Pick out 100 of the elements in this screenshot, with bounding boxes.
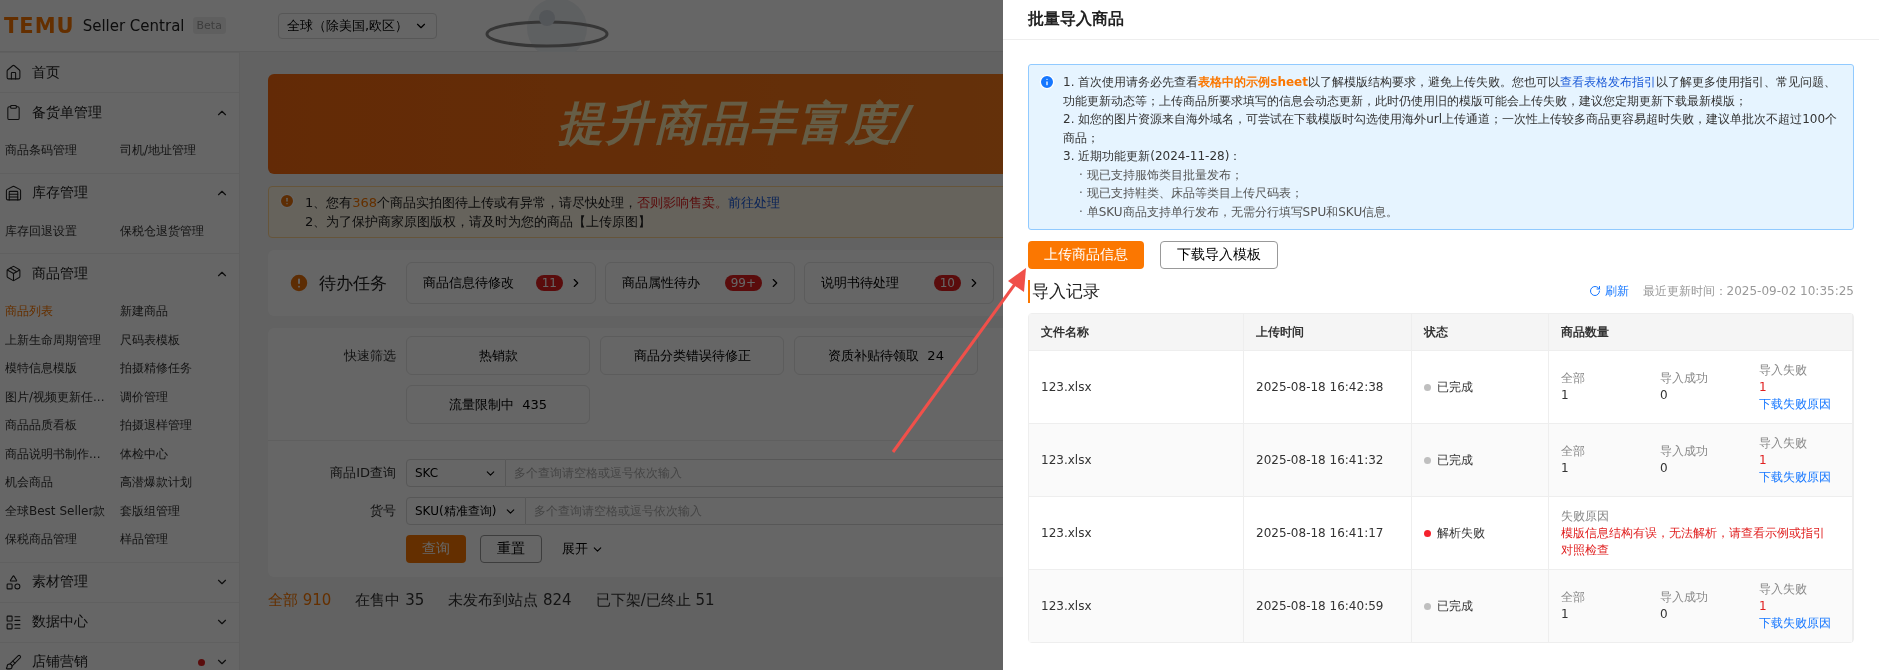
error-text: 模版信息结构有误，无法解析，请查看示例或指引对照检查 [1561,524,1826,559]
count-value: 0 [1660,606,1669,623]
download-link[interactable]: 下载失败原因 [1759,395,1852,413]
count-value: 1 [1759,378,1768,396]
home-icon [5,64,22,81]
clipboard-icon [5,104,22,121]
count-label: 导入失败 [1759,434,1808,452]
sidebar-subitem[interactable]: 保税仓退货管理 [120,216,235,245]
info-text: · 现已支持服饰类目批量发布； [1079,166,1244,184]
update-time: 最近更新时间：2025-09-02 10:35:25 [1642,282,1854,300]
drawer-title: 批量导入商品 [1028,9,1124,30]
warehouse-icon [5,184,22,202]
region-select[interactable]: 全球（除美国,欧区） [278,12,438,39]
todo-card[interactable]: 商品信息待修改 11 [406,262,596,304]
notice-text: 2、为了保护商家原图版权，请及时为您的商品【上传原图】 [305,213,653,231]
todo-title: 待办任务 [319,271,387,295]
quick-filter[interactable]: 资质补贴待领取 24 [794,336,978,375]
table-cell: 2025-08-18 16:41:32 [1256,453,1384,467]
filter-label: 快速筛选 [343,346,396,365]
sidebar-subitem[interactable]: 新建商品 [120,297,235,326]
download-link[interactable]: 下载失败原因 [1759,468,1852,486]
search-button[interactable]: 查询 [406,535,466,563]
status-tab[interactable]: 未发布到站点 824 [448,591,572,610]
sidebar-item[interactable]: 商品管理 [0,253,239,293]
sidebar-item[interactable]: 库存管理 [0,172,239,213]
upload-button[interactable]: 上传商品信息 [1028,241,1144,269]
info-text: 2. 如您的图片资源来自海外域名，可尝试在下载模版时勾选使用海外url上传通道；一次性上传较多商品更容易超时失败，建议单批次不超过100个商品； [1063,111,1839,147]
brand-logo: TEMU [4,13,75,38]
sidebar-subitem[interactable]: 商品列表 [5,297,120,326]
quick-filter[interactable]: 流量限制中 435 [406,385,590,424]
type-select[interactable]: SKC [406,459,506,487]
notice-link[interactable]: 否则影响售卖。 [637,195,729,210]
sidebar-subitem[interactable]: 商品条码管理 [5,136,120,165]
sidebar-subitem[interactable]: 体检中心 [120,439,235,468]
table-cell: 123.xlsx [1041,380,1092,394]
sidebar-subitem[interactable]: 保税商品管理 [5,525,120,554]
expand-button[interactable]: 展开 [556,539,610,559]
sidebar-subitem[interactable]: 套版组管理 [120,496,235,525]
notice-link[interactable]: 368 [352,195,378,210]
quick-filter[interactable]: 商品分类错误待修正 [600,336,784,375]
count-label: 导入失败 [1759,580,1808,598]
sidebar-subitem[interactable]: 司机/地址管理 [120,136,235,165]
alert-icon [288,272,310,294]
sidebar-subitem[interactable]: 机会商品 [5,468,120,497]
count-value: 1 [1561,460,1570,477]
box-icon [5,265,22,282]
sidebar-subitem[interactable]: 样品管理 [120,525,235,554]
status-tab[interactable]: 全部 910 [268,591,332,610]
sidebar-item[interactable]: 首页 [0,52,239,92]
sidebar-subitem[interactable]: 库存回退设置 [5,216,120,245]
info-link[interactable]: 表格中的示例sheet [1198,75,1308,89]
sidebar-subitem[interactable]: 图片/视频更新任... [5,382,120,411]
status-tab[interactable]: 已下架/已终止 51 [595,591,715,610]
field-label: 商品ID查询 [329,464,396,482]
column-header: 状态 [1412,314,1549,350]
count-label: 全部 [1561,589,1586,606]
status-text: 已完成 [1437,378,1473,396]
notice-link[interactable]: 前往处理 [728,195,781,210]
count-label: 全部 [1561,370,1586,387]
sidebar-subitem[interactable]: 模特信息模版 [5,354,120,383]
table-cell: 123.xlsx [1041,526,1092,540]
todo-card[interactable]: 商品属性待办 99+ [605,262,795,304]
list-icon [5,613,22,631]
sidebar-item[interactable]: 备货单管理 [0,92,239,132]
info-link[interactable]: 查看表格发布指引 [1559,75,1656,89]
sidebar-subitem[interactable]: 尺码表模板 [120,325,235,354]
sidebar-subitem[interactable]: 拍摄退样管理 [120,411,235,440]
status-text: 已完成 [1437,597,1473,615]
sidebar-item[interactable]: 素材管理 [0,561,239,602]
sidebar-item[interactable]: 数据中心 [0,601,239,642]
shapes-icon [5,573,22,591]
sidebar-subitem[interactable]: 全球Best Seller款 [5,496,120,525]
info-icon [1039,74,1055,90]
sidebar-subitem[interactable]: 商品品质看板 [5,411,120,440]
sidebar-subitem[interactable]: 调价管理 [120,382,235,411]
sidebar-subitem[interactable]: 商品说明书制作... [5,439,120,468]
type-select[interactable]: SKU(精准查询) [406,497,526,525]
sidebar-subitem[interactable]: 高潜爆款计划 [120,468,235,497]
table-cell: 2025-08-18 16:41:17 [1256,526,1384,540]
todo-card[interactable]: 说明书待处理 10 [804,262,994,304]
alert-icon [279,193,295,209]
download-template-button[interactable]: 下载导入模板 [1160,241,1278,269]
sidebar-item[interactable]: 店铺营销 [0,641,239,670]
count-label: 导入成功 [1660,443,1709,460]
status-tab[interactable]: 在售中 35 [355,591,425,610]
status-text: 解析失败 [1437,524,1485,542]
refresh-icon [1588,285,1601,297]
quick-filter[interactable]: 热销款 [406,336,590,375]
count-label: 导入成功 [1660,370,1709,387]
table-cell: 2025-08-18 16:40:59 [1256,599,1384,613]
column-header: 商品数量 [1549,314,1853,350]
column-header: 上传时间 [1244,314,1412,350]
download-link[interactable]: 下载失败原因 [1759,614,1852,632]
count-value: 1 [1759,451,1768,469]
sidebar-subitem[interactable]: 上新生命周期管理 [5,325,120,354]
reset-button[interactable]: 重置 [480,535,542,563]
refresh-button[interactable]: 刷新 [1582,281,1635,301]
count-value: 1 [1561,606,1570,623]
info-text: · 单SKU商品支持单行发布，无需分行填写SPU和SKU信息。 [1079,203,1400,221]
sidebar-subitem[interactable]: 拍摄精修任务 [120,354,235,383]
